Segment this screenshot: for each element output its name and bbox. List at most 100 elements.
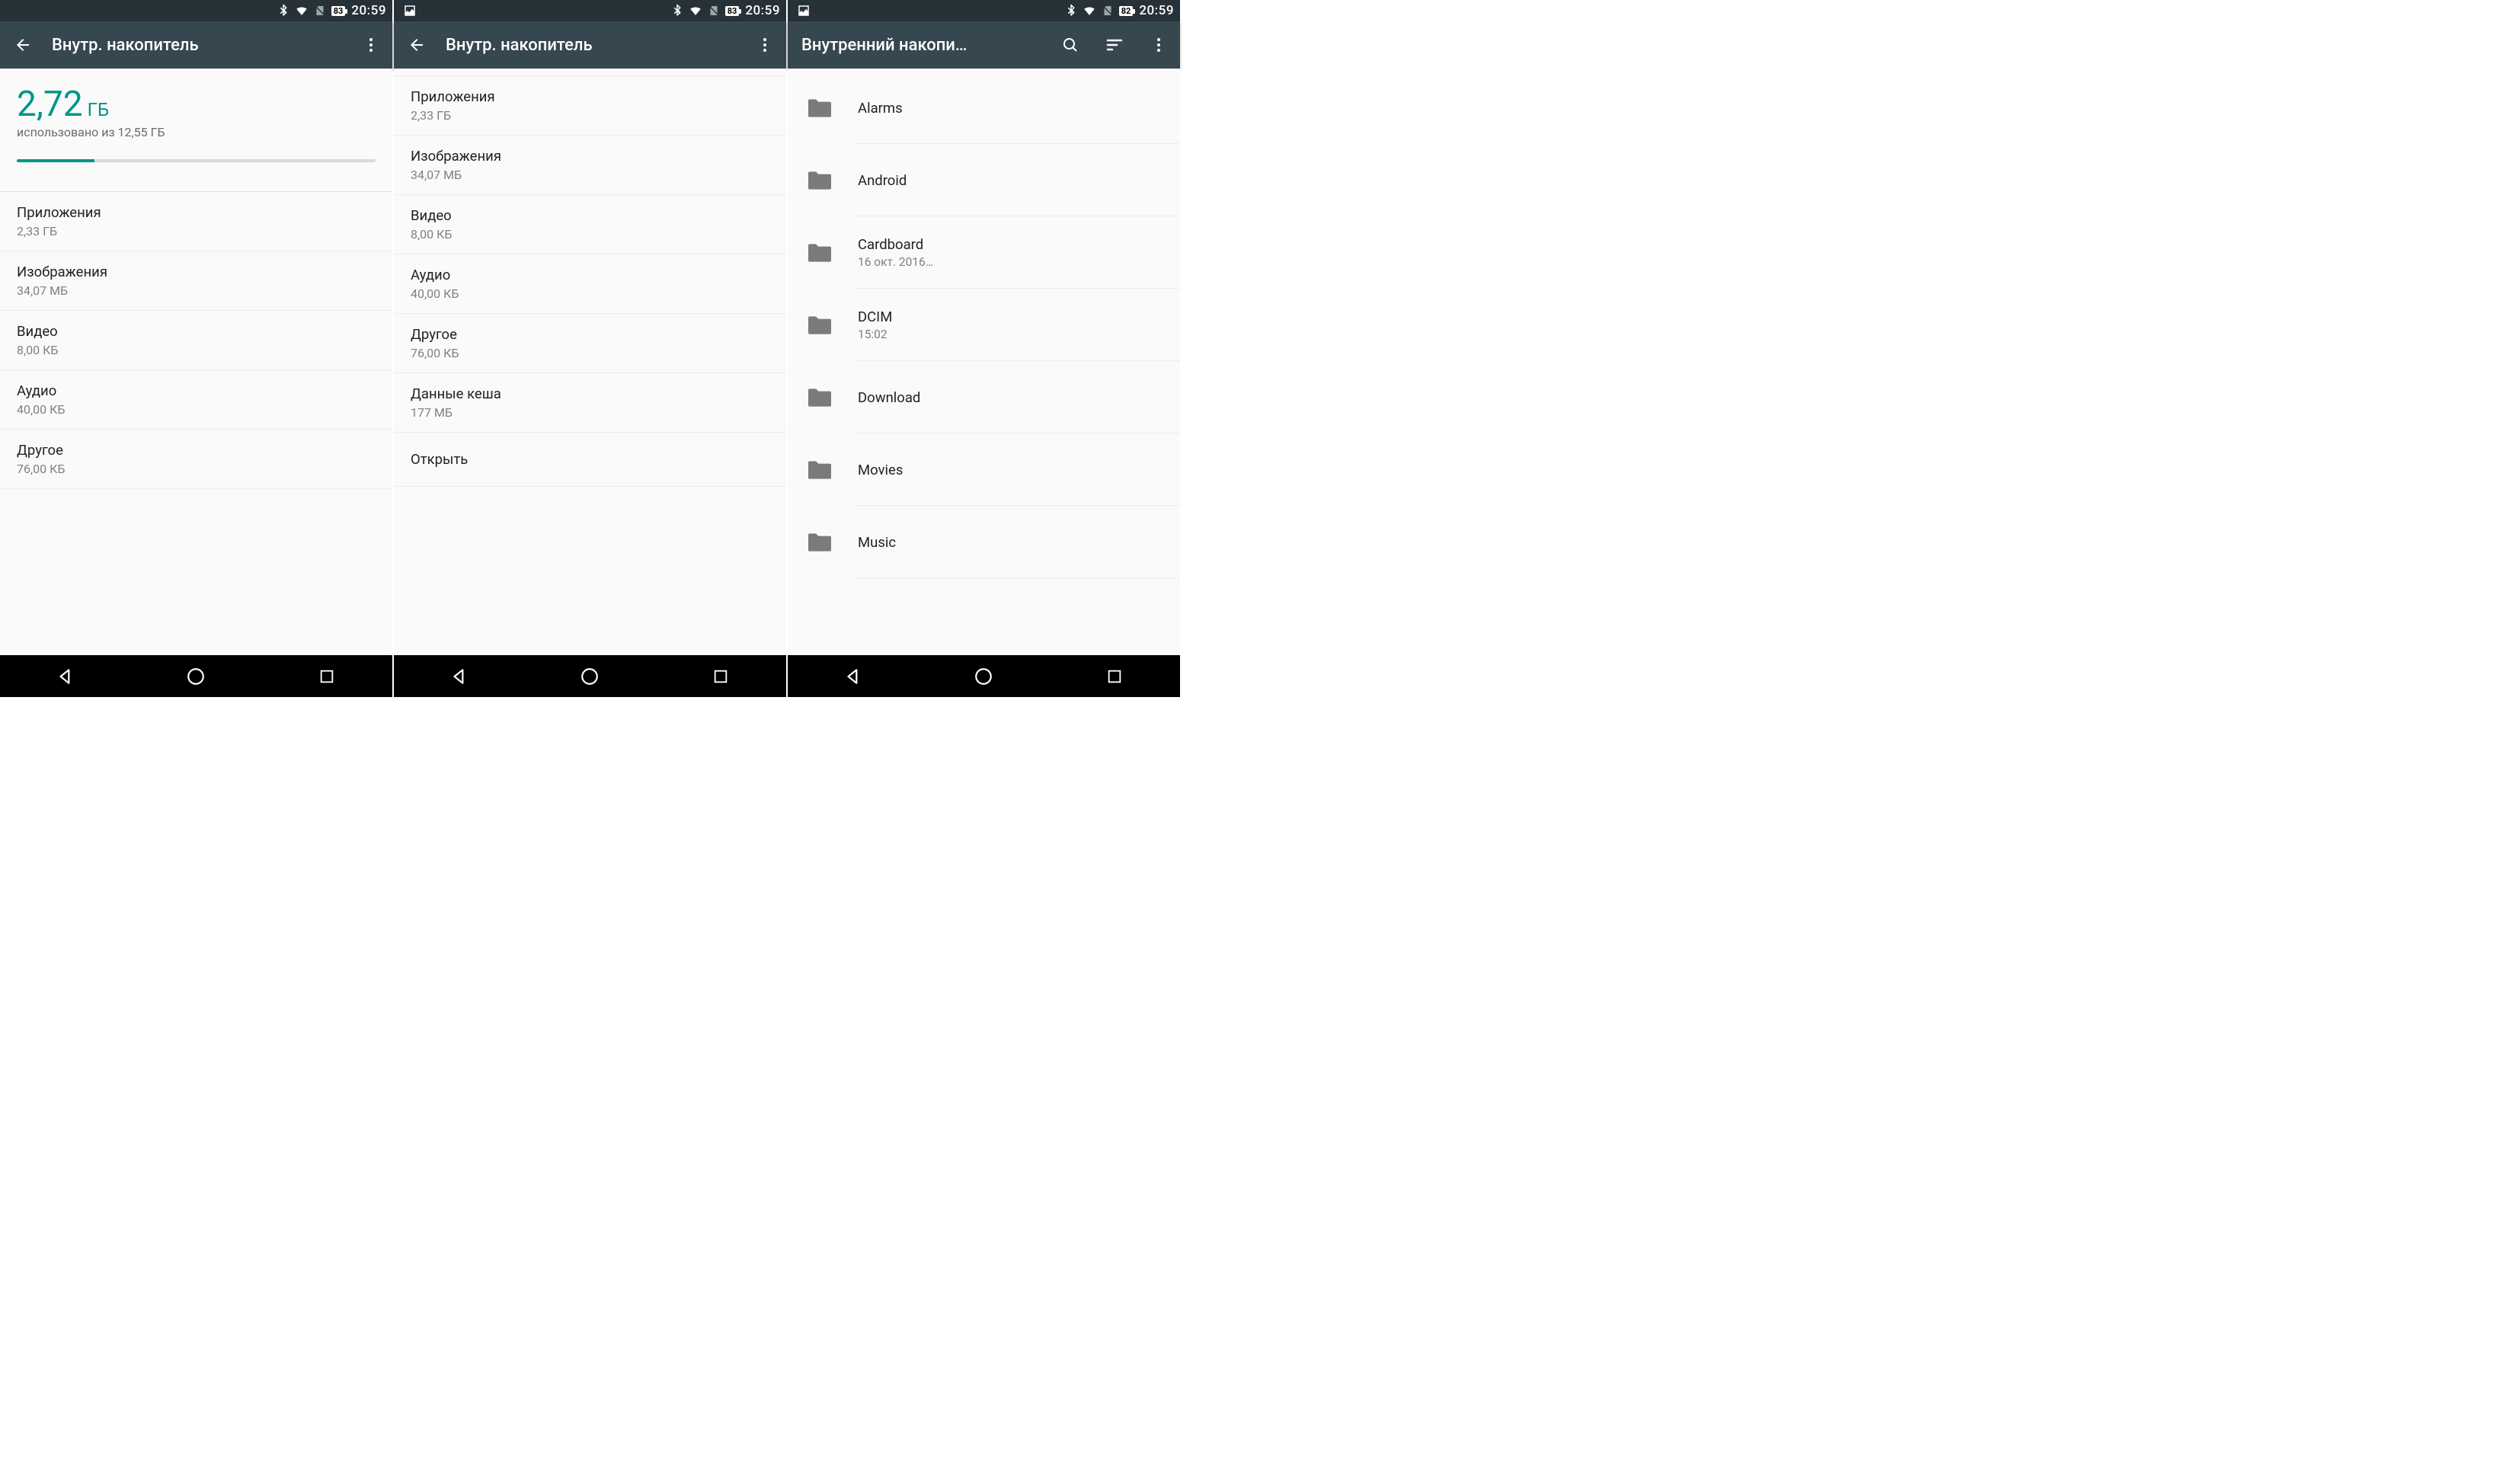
used-subtitle: использовано из 12,55 ГБ xyxy=(17,125,376,139)
folder-text: DCIM 15:02 xyxy=(858,309,892,341)
back-button[interactable] xyxy=(401,30,432,60)
image-notif-icon xyxy=(403,4,417,18)
bluetooth-icon xyxy=(670,4,684,18)
folder-row[interactable]: Alarms xyxy=(788,72,1180,144)
overflow-menu-button[interactable] xyxy=(356,30,386,60)
category-label: Аудио xyxy=(411,267,769,283)
folder-subtitle: 15:02 xyxy=(858,328,892,341)
content: 2,72ГБ использовано из 12,55 ГБ Приложен… xyxy=(0,69,392,655)
status-bar: 83 20:59 xyxy=(0,0,392,21)
row-label: Открыть xyxy=(411,445,769,474)
category-label: Изображения xyxy=(411,148,769,165)
category-audio[interactable]: Аудио 40,00 КБ xyxy=(0,370,392,430)
nav-bar xyxy=(0,655,392,697)
folder-name: Movies xyxy=(858,462,903,478)
category-label: Другое xyxy=(17,442,376,459)
wifi-icon xyxy=(689,4,702,18)
category-value: 8,00 КБ xyxy=(411,227,769,241)
clock: 20:59 xyxy=(1137,3,1174,18)
category-value: 2,33 ГБ xyxy=(411,108,769,123)
open-explorer[interactable]: Открыть xyxy=(394,433,786,487)
folder-row[interactable]: Android xyxy=(788,144,1180,216)
no-sim-icon xyxy=(313,4,327,18)
search-button[interactable] xyxy=(1055,30,1086,60)
category-images[interactable]: Изображения 34,07 МБ xyxy=(0,251,392,311)
folder-text: Cardboard16 окт. 2016… xyxy=(858,236,933,269)
category-label: Видео xyxy=(17,323,376,340)
category-value: 2,33 ГБ xyxy=(17,224,376,238)
overflow-menu-button[interactable] xyxy=(750,30,780,60)
nav-home-button[interactable] xyxy=(559,659,620,694)
nav-recent-button[interactable] xyxy=(690,659,751,694)
folder-row[interactable]: Download xyxy=(788,361,1180,433)
nav-bar xyxy=(788,655,1180,697)
nav-back-button[interactable] xyxy=(429,659,490,694)
category-cache[interactable]: Данные кеша 177 МБ xyxy=(394,373,786,433)
category-apps[interactable]: Приложения 2,33 ГБ xyxy=(394,76,786,136)
folder-row[interactable]: Movies xyxy=(788,433,1180,506)
category-value: 34,07 МБ xyxy=(411,168,769,182)
page-title: Внутр. накопитель xyxy=(52,36,342,55)
category-value: 40,00 КБ xyxy=(17,402,376,417)
back-button[interactable] xyxy=(8,30,38,60)
no-sim-icon xyxy=(707,4,721,18)
category-label: Приложения xyxy=(17,204,376,221)
category-other[interactable]: Другое 76,00 КБ xyxy=(0,430,392,489)
screen-file-browser: 82 20:59 Внутренний накопи… AlarmsAndroi… xyxy=(788,0,1182,697)
folder-text: Music xyxy=(858,534,896,551)
clock: 20:59 xyxy=(744,3,780,18)
folder-icon xyxy=(804,165,835,196)
image-notif-icon xyxy=(797,4,811,18)
folder-name: DCIM xyxy=(858,309,892,325)
nav-home-button[interactable] xyxy=(165,659,226,694)
nav-back-button[interactable] xyxy=(823,659,884,694)
used-amount: 2,72ГБ xyxy=(17,84,376,125)
category-value: 8,00 КБ xyxy=(17,343,376,357)
category-audio[interactable]: Аудио 40,00 КБ xyxy=(394,254,786,314)
category-value: 177 МБ xyxy=(411,405,769,420)
folder-row[interactable]: Music xyxy=(788,506,1180,578)
storage-progress-fill xyxy=(17,159,94,162)
nav-bar xyxy=(394,655,786,697)
folder-name: Alarms xyxy=(858,100,903,117)
category-apps[interactable]: Приложения 2,33 ГБ xyxy=(0,192,392,251)
category-value: 76,00 КБ xyxy=(17,462,376,476)
status-bar: 83 20:59 xyxy=(394,0,786,21)
folder-list[interactable]: Alarms Android Cardboard16 окт. 2016… DCIM 1… xyxy=(788,69,1180,655)
page-title: Внутренний накопи… xyxy=(795,36,1041,55)
folder-row[interactable]: Cardboard16 окт. 2016… xyxy=(788,216,1180,289)
folder-text: Alarms xyxy=(858,100,903,117)
category-video[interactable]: Видео 8,00 КБ xyxy=(0,311,392,370)
page-title: Внутр. накопитель xyxy=(446,36,736,55)
storage-summary: 2,72ГБ использовано из 12,55 ГБ xyxy=(0,69,392,173)
wifi-icon xyxy=(1083,4,1096,18)
nav-recent-button[interactable] xyxy=(1084,659,1145,694)
sort-button[interactable] xyxy=(1099,30,1130,60)
nav-recent-button[interactable] xyxy=(296,659,357,694)
folder-name: Android xyxy=(858,172,907,189)
folder-name: Download xyxy=(858,389,920,406)
folder-text: Android xyxy=(858,172,907,189)
category-video[interactable]: Видео 8,00 КБ xyxy=(394,195,786,254)
screen-storage-categories: 83 20:59 Внутр. накопитель Приложения 2,… xyxy=(394,0,788,697)
folder-text: Movies xyxy=(858,462,903,478)
category-value: 76,00 КБ xyxy=(411,346,769,360)
nav-back-button[interactable] xyxy=(35,659,96,694)
list-top-sliver xyxy=(394,69,786,76)
battery-indicator: 83 xyxy=(725,6,740,16)
folder-icon xyxy=(804,238,835,268)
category-label: Изображения xyxy=(17,264,376,280)
category-value: 40,00 КБ xyxy=(411,286,769,301)
folder-subtitle: 16 окт. 2016… xyxy=(858,255,933,269)
category-label: Приложения xyxy=(411,88,769,105)
folder-icon xyxy=(804,93,835,123)
screen-storage-summary: 83 20:59 Внутр. накопитель 2,72ГБ исполь… xyxy=(0,0,394,697)
category-images[interactable]: Изображения 34,07 МБ xyxy=(394,136,786,195)
category-other[interactable]: Другое 76,00 КБ xyxy=(394,314,786,373)
no-sim-icon xyxy=(1101,4,1115,18)
folder-icon xyxy=(804,527,835,558)
category-label: Аудио xyxy=(17,382,376,399)
folder-row[interactable]: DCIM 15:02 xyxy=(788,289,1180,361)
overflow-menu-button[interactable] xyxy=(1143,30,1174,60)
nav-home-button[interactable] xyxy=(953,659,1014,694)
